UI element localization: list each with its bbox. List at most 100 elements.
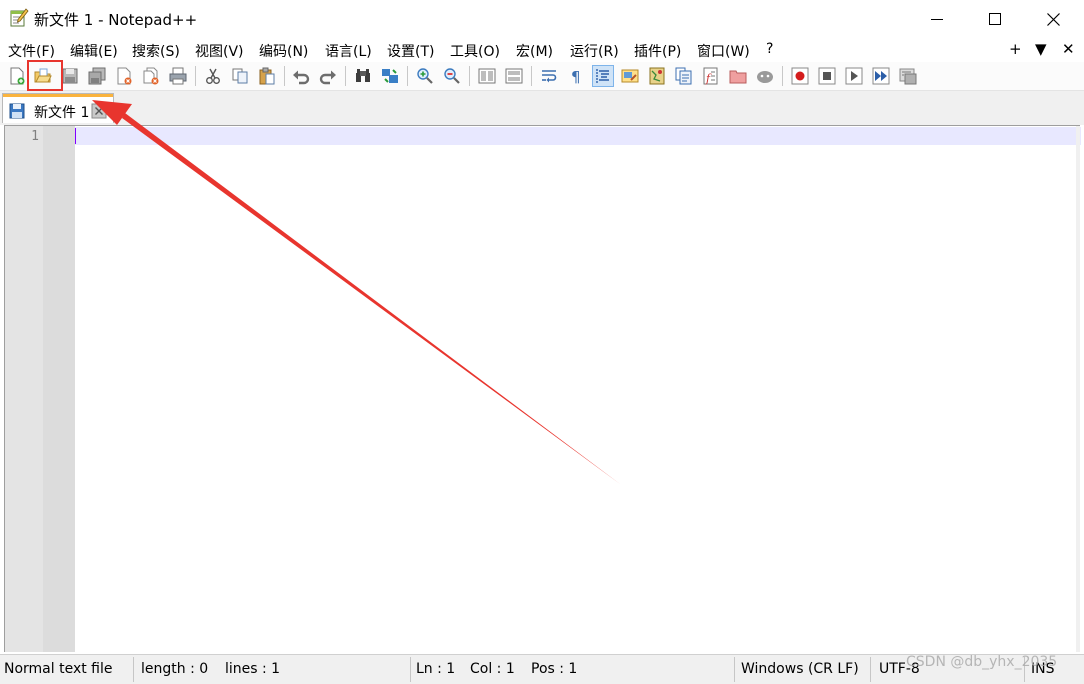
save-all-button[interactable] xyxy=(86,65,108,87)
binoculars-icon xyxy=(356,69,370,82)
menu-file[interactable]: 文件(F) xyxy=(8,41,55,61)
undo-icon xyxy=(293,70,310,85)
status-lines: lines : 1 xyxy=(225,661,281,677)
record-macro-icon xyxy=(791,67,809,85)
menu-tools[interactable]: 工具(O) xyxy=(450,41,500,61)
close-icon xyxy=(1046,12,1060,26)
folder-workspace-icon xyxy=(729,70,747,84)
menu-settings[interactable]: 设置(T) xyxy=(387,41,434,61)
dropdown-menu-button[interactable]: ▼ xyxy=(1035,40,1047,58)
toolbar-separator xyxy=(284,66,285,86)
editor-area[interactable]: 1 xyxy=(4,125,1081,652)
watermark-text: CSDN @db_yhx_2035 xyxy=(906,654,1058,670)
document-list-button[interactable] xyxy=(673,65,695,87)
maximize-button[interactable] xyxy=(966,0,1024,38)
sync-horizontal-button[interactable] xyxy=(503,65,525,87)
document-map-icon xyxy=(649,67,665,85)
replace-button[interactable] xyxy=(379,65,401,87)
menu-bar: 文件(F) 编辑(E) 搜索(S) 视图(V) 编码(N) 语言(L) 设置(T… xyxy=(0,38,1084,62)
run-macro-multiple-icon xyxy=(872,67,890,85)
function-list-icon: f xyxy=(703,67,718,85)
new-file-button[interactable] xyxy=(6,65,28,87)
tab-bar: 新文件 1 xyxy=(0,91,1084,125)
title-bar: 新文件 1 - Notepad++ xyxy=(0,0,1084,38)
svg-text:¶: ¶ xyxy=(571,68,581,85)
menu-search[interactable]: 搜索(S) xyxy=(132,41,180,61)
close-all-button[interactable] xyxy=(140,65,162,87)
copy-icon xyxy=(232,68,248,84)
save-macro-icon xyxy=(899,68,917,85)
monitoring-button[interactable] xyxy=(754,65,776,87)
line-number: 1 xyxy=(31,129,39,144)
zoom-out-button[interactable] xyxy=(441,65,463,87)
status-divider xyxy=(133,657,134,682)
menu-edit[interactable]: 编辑(E) xyxy=(70,41,118,61)
zoom-in-button[interactable] xyxy=(414,65,436,87)
sync-horizontal-scroll-icon xyxy=(505,68,523,84)
close-tab-icon[interactable] xyxy=(91,103,107,119)
menu-help[interactable]: ? xyxy=(766,41,773,57)
undo-button[interactable] xyxy=(290,65,312,87)
paste-button[interactable] xyxy=(256,65,278,87)
document-list-icon xyxy=(675,67,692,85)
indent-guide-button[interactable] xyxy=(592,65,614,87)
annotation-highlight-box xyxy=(27,60,63,91)
close-file-icon xyxy=(117,67,132,85)
show-all-characters-button[interactable]: ¶ xyxy=(565,65,587,87)
minimize-icon xyxy=(931,19,943,20)
menu-language[interactable]: 语言(L) xyxy=(325,41,372,61)
save-all-icon xyxy=(88,67,106,85)
redo-icon xyxy=(319,70,336,85)
menu-encoding[interactable]: 编码(N) xyxy=(259,41,308,61)
status-eol-format[interactable]: Windows (CR LF) xyxy=(741,661,859,677)
find-button[interactable] xyxy=(352,65,374,87)
menu-run[interactable]: 运行(R) xyxy=(570,41,619,61)
fold-margin[interactable] xyxy=(43,126,75,652)
sync-vertical-scroll-icon xyxy=(478,68,496,84)
close-doc-button[interactable]: ✕ xyxy=(1062,40,1075,58)
cut-button[interactable] xyxy=(202,65,224,87)
function-list-button[interactable]: f xyxy=(700,65,722,87)
tab-label: 新文件 1 xyxy=(34,105,90,121)
status-length: length : 0 xyxy=(141,661,209,677)
text-caret xyxy=(75,128,76,144)
play-macro-icon xyxy=(845,67,863,85)
status-divider xyxy=(410,657,411,682)
maximize-icon xyxy=(989,13,1001,25)
notepadpp-app-icon xyxy=(10,8,29,27)
redo-button[interactable] xyxy=(317,65,339,87)
stop-recording-button[interactable] xyxy=(816,65,838,87)
close-window-button[interactable] xyxy=(1024,0,1082,38)
toolbar: ¶ f xyxy=(0,62,1084,91)
save-icon xyxy=(62,68,78,84)
word-wrap-icon xyxy=(542,70,557,83)
minimize-button[interactable] xyxy=(908,0,966,38)
toolbar-separator xyxy=(531,66,532,86)
status-file-type: Normal text file xyxy=(4,661,113,677)
menu-plugins[interactable]: 插件(P) xyxy=(634,41,681,61)
replace-icon xyxy=(382,69,398,83)
active-tab-indicator xyxy=(3,94,113,97)
close-file-button[interactable] xyxy=(113,65,135,87)
toolbar-separator xyxy=(407,66,408,86)
tab-new-file-1[interactable]: 新文件 1 xyxy=(2,93,114,123)
record-macro-button[interactable] xyxy=(789,65,811,87)
menu-macro[interactable]: 宏(M) xyxy=(516,41,553,61)
document-map-button[interactable] xyxy=(646,65,668,87)
print-button[interactable] xyxy=(167,65,189,87)
save-macro-button[interactable] xyxy=(897,65,919,87)
copy-button[interactable] xyxy=(229,65,251,87)
user-defined-language-button[interactable] xyxy=(619,65,641,87)
stop-record-icon xyxy=(818,67,836,85)
toolbar-separator xyxy=(195,66,196,86)
play-macro-button[interactable] xyxy=(843,65,865,87)
word-wrap-button[interactable] xyxy=(538,65,560,87)
run-macro-multiple-button[interactable] xyxy=(870,65,892,87)
add-menu-button[interactable]: + xyxy=(1009,40,1022,58)
status-column: Col : 1 xyxy=(470,661,515,677)
folder-as-workspace-button[interactable] xyxy=(727,65,749,87)
sync-vertical-button[interactable] xyxy=(476,65,498,87)
menu-window[interactable]: 窗口(W) xyxy=(697,41,750,61)
toolbar-separator xyxy=(782,66,783,86)
menu-view[interactable]: 视图(V) xyxy=(195,41,244,61)
